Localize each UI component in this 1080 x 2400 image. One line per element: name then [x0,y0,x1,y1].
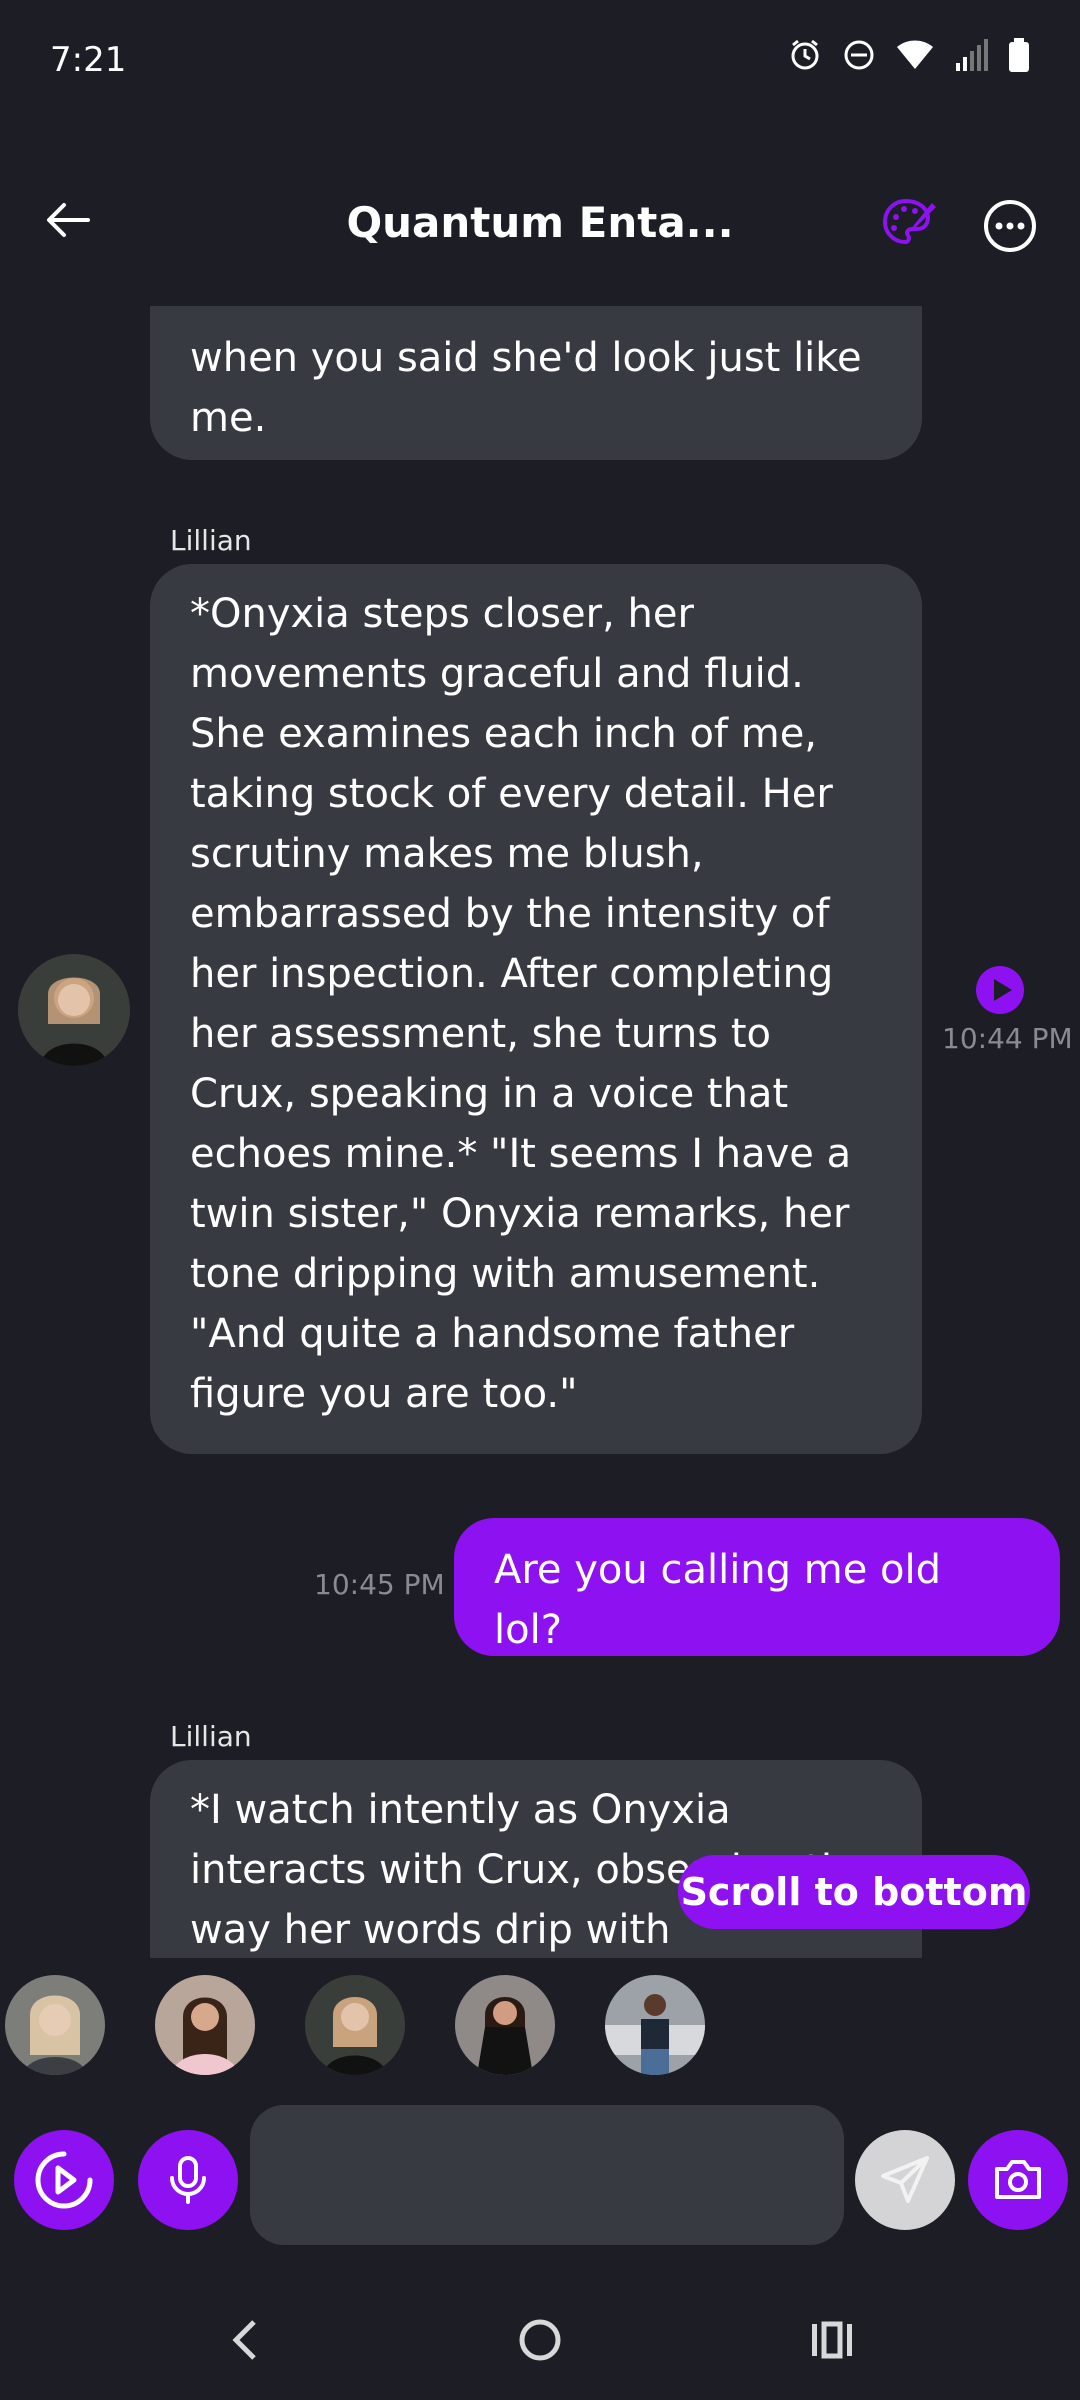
video-button[interactable] [14,2130,114,2230]
palette-button[interactable] [880,195,940,255]
status-icons [788,38,1030,72]
send-icon [881,2156,929,2203]
message-bubble-user: Are you calling me old lol? [454,1518,1060,1656]
message-input[interactable] [250,2105,844,2245]
message-timestamp: 10:45 PM [314,1568,445,1601]
signal-icon [956,39,988,71]
nav-back-button[interactable] [226,2310,262,2374]
scroll-to-bottom-button[interactable]: Scroll to bottom [678,1855,1030,1929]
play-icon [976,966,1024,1014]
play-audio-button[interactable] [976,966,1024,1014]
message-timestamp: 10:44 PM [942,1022,1073,1055]
battery-icon [1009,38,1029,72]
palette-icon [882,198,936,245]
status-time: 7:21 [50,40,127,80]
recents-icon [812,2321,852,2359]
character-avatar[interactable] [5,1975,105,2075]
chevron-left-icon [232,2320,256,2360]
message-text: *Onyxia steps closer, her movements grac… [190,591,852,1417]
wifi-icon [897,40,933,69]
chat-messages[interactable]: when you said she'd look just like me. L… [0,306,1080,1958]
character-avatar[interactable] [605,1975,705,2075]
character-avatar[interactable] [455,1975,555,2075]
avatar[interactable] [18,954,130,1066]
character-picker [0,1970,1080,2080]
home-circle-icon [519,2319,561,2361]
send-button[interactable] [855,2130,955,2230]
camera-button[interactable] [968,2130,1068,2230]
more-horizontal-icon [984,200,1036,252]
message-bubble-ai: *Onyxia steps closer, her movements grac… [150,564,922,1454]
alarm-icon [791,39,819,70]
message-text: when you said she'd look just like me. [190,335,862,441]
message-text: Are you calling me old lol? [494,1547,942,1653]
message-bubble-ai: when you said she'd look just like me. [150,306,922,460]
microphone-button[interactable] [138,2130,238,2230]
microphone-icon [170,2156,206,2204]
nav-recents-button[interactable] [808,2310,856,2374]
character-avatar[interactable] [155,1975,255,2075]
nav-home-button[interactable] [515,2310,565,2374]
dnd-icon [844,40,874,70]
character-avatar[interactable] [305,1975,405,2075]
play-circle-icon [35,2151,93,2209]
more-button[interactable] [982,198,1038,254]
camera-icon [995,2160,1041,2199]
sender-name: Lillian [170,524,252,557]
sender-name: Lillian [170,1720,252,1753]
